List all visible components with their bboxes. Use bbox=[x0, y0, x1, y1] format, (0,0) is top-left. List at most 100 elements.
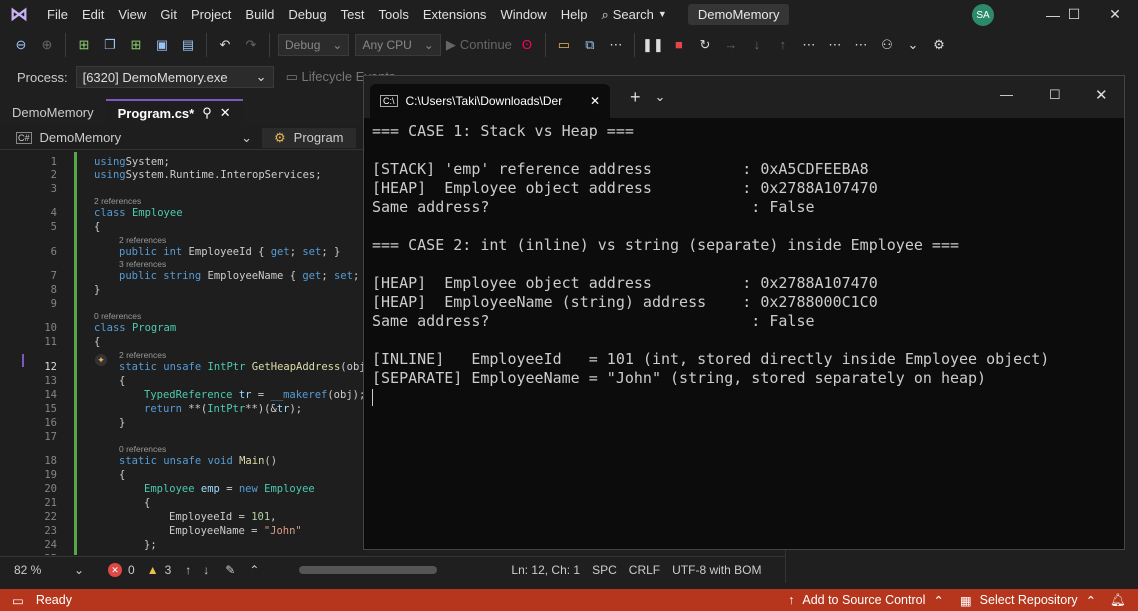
code-line[interactable]: 8} bbox=[0, 284, 365, 297]
code-line[interactable]: 25 bbox=[0, 553, 365, 555]
code-line[interactable]: 17 bbox=[0, 431, 365, 444]
step-over-icon[interactable]: → bbox=[720, 33, 742, 57]
codelens-references[interactable]: 2 references bbox=[119, 350, 166, 360]
code-line[interactable]: 22 EmployeeId = 101, bbox=[0, 511, 365, 524]
menu-build[interactable]: Build bbox=[238, 0, 281, 29]
restart-icon[interactable]: ↻ bbox=[694, 33, 716, 57]
close-icon[interactable]: ✕ bbox=[1092, 0, 1138, 29]
error-count[interactable]: ✕ 0 bbox=[108, 562, 135, 577]
code-line[interactable]: 23 EmployeeName = "John" bbox=[0, 525, 365, 538]
zoom-select[interactable]: 82 % ⌄ bbox=[14, 563, 84, 577]
configuration-select[interactable]: Debug ⌄ bbox=[278, 33, 350, 56]
undo-icon[interactable]: ↶ bbox=[214, 33, 236, 57]
terminal-output[interactable]: === CASE 1: Stack vs Heap === [STACK] 'e… bbox=[364, 118, 1124, 407]
new-tab-icon[interactable]: + bbox=[630, 87, 641, 108]
more-icon[interactable]: ⋯ bbox=[605, 33, 627, 57]
add-to-source-control-button[interactable]: ↑ Add to Source Control ⌃ bbox=[788, 593, 944, 608]
save-all-icon[interactable]: ▤ bbox=[177, 33, 199, 57]
code-line[interactable]: 1 usingSystem; bbox=[0, 156, 365, 169]
maximize-icon[interactable]: ☐ bbox=[1049, 87, 1061, 103]
code-line[interactable]: 7 public string EmployeeName { get; set; … bbox=[0, 270, 365, 283]
cleanup-icon[interactable]: ✎ bbox=[225, 563, 235, 577]
menu-git[interactable]: Git bbox=[153, 0, 184, 29]
save-icon[interactable]: ▣ bbox=[151, 33, 173, 57]
code-line[interactable]: 12 static unsafe IntPtr GetHeapAddress(ob… bbox=[0, 361, 365, 374]
whitespace-mode[interactable]: SPC bbox=[592, 563, 617, 577]
menu-view[interactable]: View bbox=[111, 0, 153, 29]
up-arrow-icon[interactable]: ↑ bbox=[185, 563, 191, 577]
menu-window[interactable]: Window bbox=[493, 0, 553, 29]
project-select[interactable]: C# DemoMemory ⌄ bbox=[16, 130, 252, 146]
code-line[interactable]: 21 { bbox=[0, 497, 365, 510]
new-project-icon[interactable]: ⊞ bbox=[73, 33, 95, 57]
visual-studio-logo-icon[interactable]: ⋈ bbox=[8, 4, 30, 26]
code-line[interactable]: 20 Employee emp = new Employee bbox=[0, 483, 365, 496]
notification-bell-icon[interactable]: 🔔︎ bbox=[1110, 593, 1126, 608]
code-line[interactable]: 14 TypedReference tr = __makeref(obj); bbox=[0, 389, 365, 402]
search-box[interactable]: ⌕ Search ▼ bbox=[594, 0, 673, 29]
folder-icon[interactable]: ▭ bbox=[553, 33, 575, 57]
process-select[interactable]: [6320] DemoMemory.exe ⌄ bbox=[75, 66, 274, 88]
step-into-icon[interactable]: ↓ bbox=[746, 33, 768, 57]
code-line[interactable]: 19 { bbox=[0, 469, 365, 482]
avatar[interactable]: SA bbox=[972, 4, 994, 26]
close-tab-icon[interactable]: ✕ bbox=[590, 94, 600, 108]
code-line[interactable]: 3 bbox=[0, 183, 365, 196]
menu-edit[interactable]: Edit bbox=[75, 0, 111, 29]
code-editor[interactable]: 1 usingSystem; 2 usingSystem.Runtime.Intero… bbox=[0, 150, 365, 555]
close-tab-icon[interactable]: ✕ bbox=[220, 105, 231, 121]
more-icon[interactable]: ⋯ bbox=[824, 33, 846, 57]
step-out-icon[interactable]: ↑ bbox=[772, 33, 794, 57]
code-line[interactable]: 13 { bbox=[0, 375, 365, 388]
redo-icon[interactable]: ↷ bbox=[240, 33, 262, 57]
add-item-icon[interactable]: ⊞ bbox=[125, 33, 147, 57]
code-line[interactable]: 9 bbox=[0, 298, 365, 311]
code-line[interactable]: 16} bbox=[0, 417, 365, 430]
continue-button[interactable]: ▶ Continue bbox=[446, 33, 512, 57]
horizontal-scrollbar[interactable] bbox=[299, 565, 438, 574]
pin-icon[interactable]: ⚲ bbox=[202, 105, 212, 121]
encoding[interactable]: UTF-8 with BOM bbox=[672, 563, 761, 577]
code-line[interactable]: 18 static unsafe void Main() bbox=[0, 455, 365, 468]
more-icon[interactable]: ⋯ bbox=[798, 33, 820, 57]
menu-debug[interactable]: Debug bbox=[281, 0, 333, 29]
type-select[interactable]: ⚙ Program bbox=[262, 127, 356, 148]
code-line[interactable]: 2 usingSystem.Runtime.InteropServices; bbox=[0, 169, 365, 182]
chevron-down-icon[interactable]: ⌄ bbox=[655, 89, 666, 105]
code-line[interactable]: 6 public int EmployeeId { get; set; } bbox=[0, 246, 365, 259]
more-icon[interactable]: ⋯ bbox=[850, 33, 872, 57]
code-line[interactable]: 4 class Employee bbox=[0, 207, 365, 220]
codelens-references[interactable]: 0 references bbox=[119, 444, 166, 454]
warning-count[interactable]: ▲ 3 bbox=[147, 563, 172, 577]
chevron-down-icon[interactable]: ⌄ bbox=[902, 33, 924, 57]
window-icon[interactable]: ⧉ bbox=[579, 33, 601, 57]
down-arrow-icon[interactable]: ↓ bbox=[203, 563, 209, 577]
terminal-tab[interactable]: C:\ C:\Users\Taki\Downloads\Der ✕ bbox=[370, 84, 610, 118]
forward-icon[interactable]: ⊕ bbox=[36, 33, 58, 57]
minimize-icon[interactable]: — bbox=[1000, 87, 1013, 102]
menu-extensions[interactable]: Extensions bbox=[416, 0, 494, 29]
settings-icon[interactable]: ⚙ bbox=[928, 33, 950, 57]
stop-icon[interactable]: ■ bbox=[668, 33, 690, 57]
platform-select[interactable]: Any CPU ⌄ bbox=[355, 33, 441, 56]
back-icon[interactable]: ⊖ bbox=[10, 33, 32, 57]
line-ending[interactable]: CRLF bbox=[629, 563, 660, 577]
copilot-icon[interactable]: ⚇ bbox=[876, 33, 898, 57]
cursor-position[interactable]: Ln: 12, Ch: 1 bbox=[511, 563, 580, 577]
codelens-references[interactable]: 3 references bbox=[119, 259, 166, 269]
codelens-references[interactable]: 2 references bbox=[119, 235, 166, 245]
close-icon[interactable]: ✕ bbox=[1095, 86, 1108, 104]
code-line[interactable]: 5{ bbox=[0, 221, 365, 234]
code-line[interactable]: 24}; bbox=[0, 539, 365, 552]
menu-tools[interactable]: Tools bbox=[371, 0, 415, 29]
maximize-icon[interactable]: ☐ bbox=[1051, 0, 1097, 29]
menu-test[interactable]: Test bbox=[334, 0, 372, 29]
menu-project[interactable]: Project bbox=[184, 0, 238, 29]
lightbulb-icon[interactable]: ✦ bbox=[95, 354, 107, 366]
code-line[interactable]: 11 { bbox=[0, 336, 365, 349]
tab-program-cs[interactable]: Program.cs* ⚲ ✕ bbox=[105, 99, 243, 125]
pause-icon[interactable]: ❚❚ bbox=[642, 33, 664, 57]
new-file-icon[interactable]: ❐ bbox=[99, 33, 121, 57]
tab-demomemory[interactable]: DemoMemory bbox=[0, 99, 106, 125]
hot-reload-icon[interactable]: ʘ bbox=[516, 33, 538, 57]
